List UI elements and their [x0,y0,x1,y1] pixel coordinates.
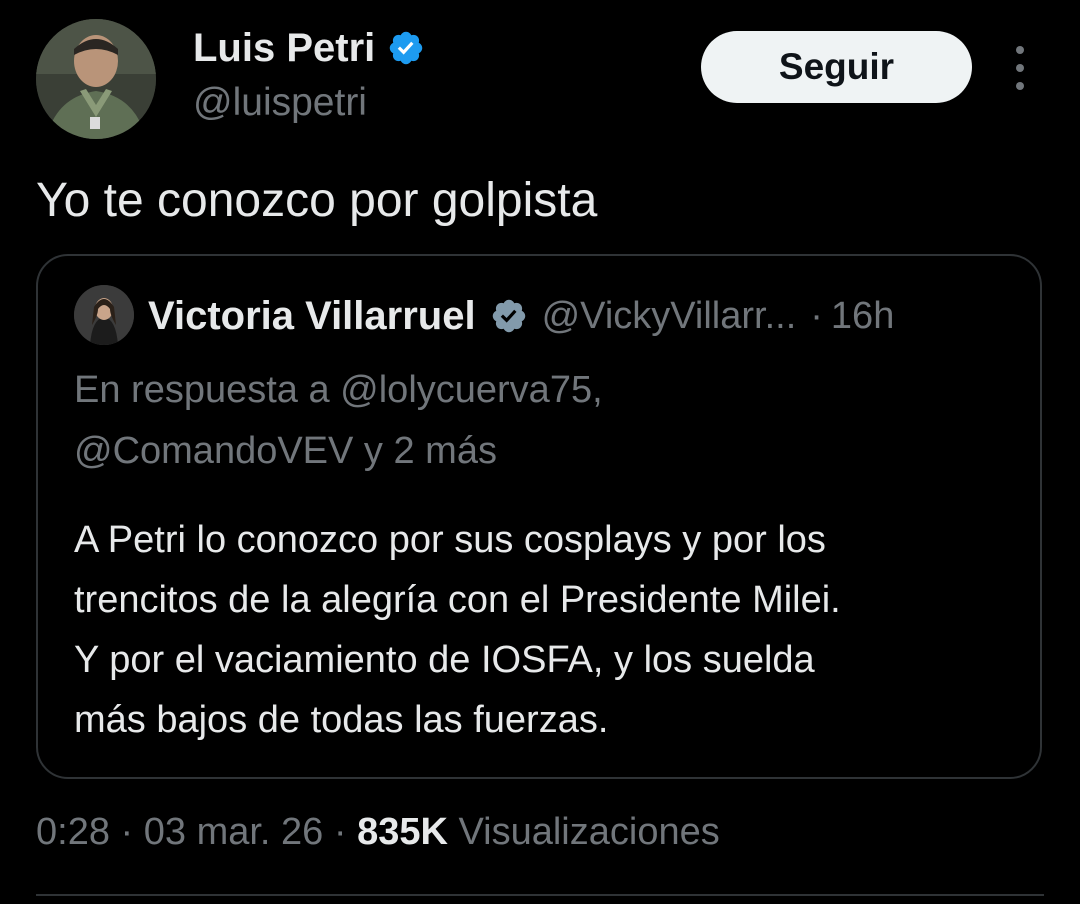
author-handle[interactable]: @luispetri [193,79,367,127]
divider [36,894,1044,896]
more-dot [1016,82,1024,90]
author-avatar[interactable] [36,19,156,139]
quoted-text-line: Y por el vaciamiento de IOSFA, y los sue… [74,639,815,681]
quoted-author-avatar-image [74,285,134,345]
quoted-header: Victoria Villarruel @VickyVillarr... · 1… [148,292,894,340]
quoted-text-line: trencitos de la alegría con el President… [74,579,841,621]
quoted-tweet-text: A Petri lo conozco por sus cosplays y po… [74,510,1024,750]
more-dot [1016,46,1024,54]
views-count: 835K [357,811,448,853]
more-dot [1016,64,1024,72]
quoted-tweet-card[interactable]: Victoria Villarruel @VickyVillarr... · 1… [36,254,1042,779]
quoted-handle[interactable]: @VickyVillarr... [542,295,797,338]
tweet-time[interactable]: 0:28 [36,811,110,853]
quoted-author-avatar[interactable] [74,285,134,345]
follow-button[interactable]: Seguir [701,31,972,103]
quoted-timestamp[interactable]: 16h [831,295,894,338]
author-avatar-image [36,19,156,139]
quoted-display-name[interactable]: Victoria Villarruel [148,294,476,339]
tweet-text: Yo te conozco por golpista [36,174,598,227]
quoted-text-line: A Petri lo conozco por sus cosplays y po… [74,519,826,561]
quoted-text-line: más bajos de todas las fuerzas. [74,699,609,741]
author-name-row: Luis Petri [193,24,425,72]
tweet-meta: 0:28 · 03 mar. 26 · 835K Visualizaciones [36,806,720,858]
reply-context-line: En respuesta a @lolycuerva75, [74,369,603,411]
meta-separator: · [323,811,358,853]
verified-gray-badge-icon [492,299,525,333]
quoted-reply-context: En respuesta a @lolycuerva75, @ComandoVE… [74,360,974,482]
views-label: Visualizaciones [447,811,720,853]
verified-badge-icon [390,31,423,65]
tweet-date[interactable]: 03 mar. 26 [144,811,324,853]
more-options-icon[interactable] [1006,46,1034,90]
meta-separator: · [109,811,144,853]
author-display-name[interactable]: Luis Petri [193,24,375,72]
quoted-separator: · [810,294,823,337]
reply-context-line: @ComandoVEV y 2 más [74,430,497,472]
